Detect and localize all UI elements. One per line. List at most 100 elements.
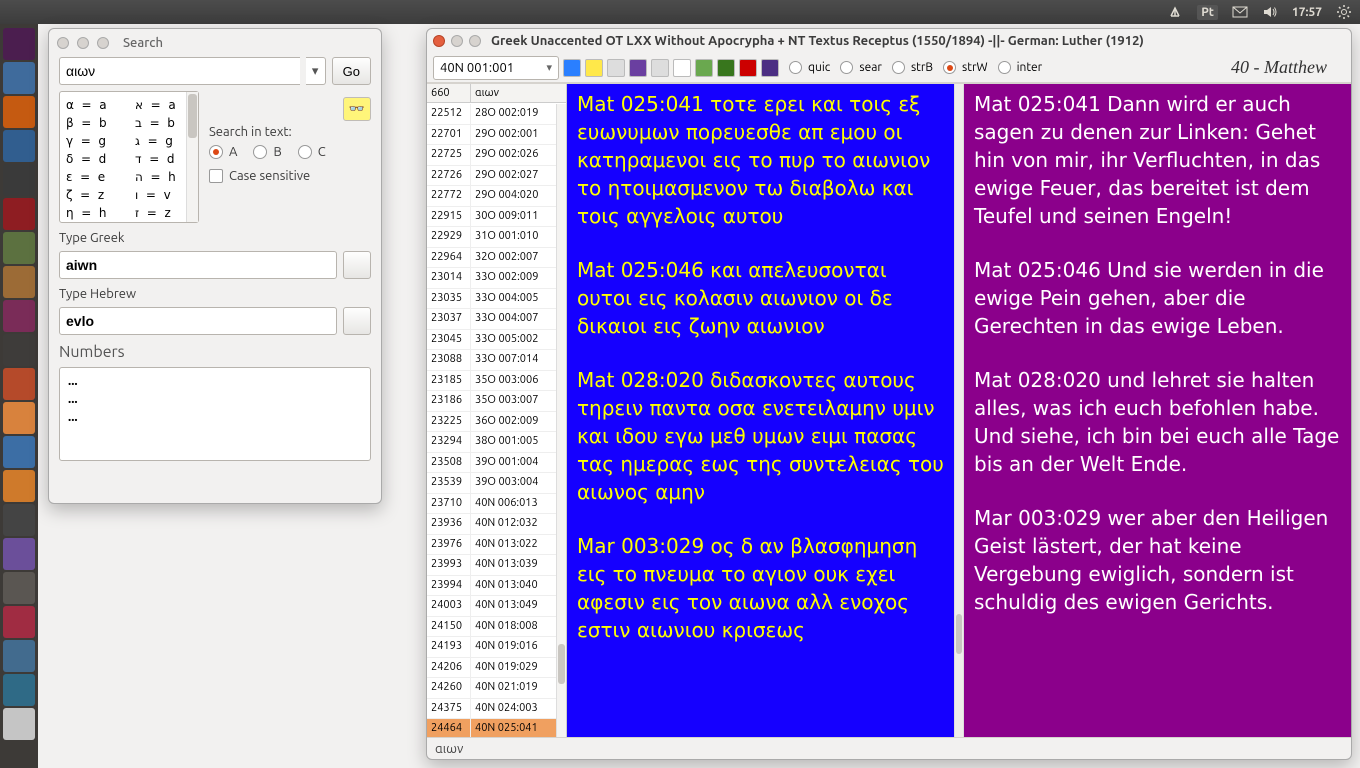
scrollbar[interactable] bbox=[556, 104, 566, 737]
mail-icon[interactable] bbox=[1232, 4, 1248, 20]
scrollbar[interactable] bbox=[954, 84, 964, 737]
table-row[interactable]: 2304533O 005:002 bbox=[427, 330, 556, 351]
table-row[interactable]: 2371040N 006:013 bbox=[427, 494, 556, 515]
table-row[interactable]: 2399440N 013:040 bbox=[427, 576, 556, 597]
tool-icon[interactable] bbox=[563, 59, 581, 77]
table-row[interactable]: 2318635O 003:007 bbox=[427, 391, 556, 412]
tool-icon[interactable] bbox=[739, 59, 757, 77]
verse[interactable]: Mat 028:020 und lehret sie halten alles,… bbox=[974, 366, 1341, 478]
clock[interactable]: 17:57 bbox=[1292, 6, 1322, 19]
table-row[interactable]: 2400340N 013:049 bbox=[427, 596, 556, 617]
launcher-item[interactable] bbox=[3, 402, 35, 434]
close-icon[interactable] bbox=[433, 35, 445, 47]
table-row[interactable]: 2393640N 012:032 bbox=[427, 514, 556, 535]
table-row[interactable]: 2292931O 001:010 bbox=[427, 227, 556, 248]
table-row[interactable]: 2415040N 018:008 bbox=[427, 617, 556, 638]
launcher-item[interactable] bbox=[3, 130, 35, 162]
hebrew-action-button[interactable] bbox=[343, 307, 371, 335]
launcher-item[interactable] bbox=[3, 368, 35, 400]
tool-icon[interactable] bbox=[695, 59, 713, 77]
radio-sear[interactable]: sear bbox=[840, 61, 890, 74]
table-row[interactable]: 2301433O 002:009 bbox=[427, 268, 556, 289]
network-icon[interactable] bbox=[1167, 4, 1183, 20]
search-history-dropdown[interactable]: ▾ bbox=[306, 57, 326, 85]
radio-c[interactable]: C bbox=[298, 145, 326, 159]
table-row[interactable]: 2272529O 002:026 bbox=[427, 145, 556, 166]
tool-icon[interactable] bbox=[585, 59, 603, 77]
launcher-item[interactable] bbox=[3, 572, 35, 604]
table-row[interactable]: 2353939O 003:004 bbox=[427, 473, 556, 494]
verse[interactable]: Mar 003:029 wer aber den Heiligen Geist … bbox=[974, 504, 1341, 616]
list-item[interactable]: ... bbox=[68, 372, 362, 390]
keyboard-indicator[interactable]: Pt bbox=[1197, 5, 1218, 20]
maximize-icon[interactable] bbox=[97, 37, 109, 49]
verse[interactable]: Mat 028:020 διδασκοντες αυτους τηρειν πα… bbox=[577, 366, 944, 506]
gear-icon[interactable] bbox=[1336, 4, 1352, 20]
list-item[interactable]: ... bbox=[68, 390, 362, 408]
table-row[interactable]: 2329438O 001:005 bbox=[427, 432, 556, 453]
close-icon[interactable] bbox=[57, 37, 69, 49]
table-row[interactable]: 2426040N 021:019 bbox=[427, 678, 556, 699]
table-row[interactable]: 2322536O 002:009 bbox=[427, 412, 556, 433]
list-item[interactable]: ... bbox=[68, 408, 362, 426]
launcher-item[interactable] bbox=[3, 640, 35, 672]
tool-icon[interactable] bbox=[673, 59, 691, 77]
titlebar[interactable]: Greek Unaccented OT LXX Without Apocryph… bbox=[427, 29, 1351, 53]
table-row[interactable]: 2419340N 019:016 bbox=[427, 637, 556, 658]
minimize-icon[interactable] bbox=[77, 37, 89, 49]
launcher-item[interactable] bbox=[3, 164, 35, 196]
radio-b[interactable]: B bbox=[253, 145, 281, 159]
tool-icon[interactable] bbox=[607, 59, 625, 77]
maximize-icon[interactable] bbox=[469, 35, 481, 47]
verse[interactable]: Mat 025:041 τοτε ερει και τοις εξ ευωνυμ… bbox=[577, 90, 944, 230]
launcher-item[interactable] bbox=[3, 504, 35, 536]
go-button[interactable]: Go bbox=[332, 57, 371, 85]
titlebar[interactable]: Search bbox=[49, 29, 381, 57]
table-header-count[interactable]: 660 bbox=[427, 84, 471, 102]
radio-strW[interactable]: strW bbox=[943, 61, 996, 74]
greek-action-button[interactable] bbox=[343, 251, 371, 279]
transliteration-box[interactable]: α = a β = b γ = g δ = d ε = e ζ = z η = … bbox=[59, 91, 199, 223]
launcher-item[interactable] bbox=[3, 198, 35, 230]
verse[interactable]: Mat 025:046 Und sie werden in die ewige … bbox=[974, 256, 1341, 340]
table-row[interactable]: 2308833O 007:014 bbox=[427, 350, 556, 371]
radio-inter[interactable]: inter bbox=[998, 61, 1051, 74]
verse[interactable]: Mar 003:029 ος δ αν βλασφημηση εις το πν… bbox=[577, 532, 944, 644]
table-row[interactable]: 2399340N 013:039 bbox=[427, 555, 556, 576]
case-sensitive-checkbox[interactable]: Case sensitive bbox=[209, 169, 371, 183]
launcher-item[interactable] bbox=[3, 436, 35, 468]
table-row[interactable]: 2420640N 019:029 bbox=[427, 658, 556, 679]
launcher-item[interactable] bbox=[3, 538, 35, 570]
launcher-item[interactable] bbox=[3, 266, 35, 298]
radio-quic[interactable]: quic bbox=[789, 61, 838, 74]
german-pane[interactable]: Mat 025:041 Dann wird er auch sagen zu d… bbox=[964, 84, 1351, 737]
table-row[interactable]: 2446440N 025:041 bbox=[427, 719, 556, 737]
radio-strB[interactable]: strB bbox=[892, 61, 941, 74]
launcher-item[interactable] bbox=[3, 62, 35, 94]
highlight-icon[interactable]: 👓 bbox=[343, 97, 371, 121]
table-row[interactable]: 2397640N 013:022 bbox=[427, 535, 556, 556]
tool-icon[interactable] bbox=[717, 59, 735, 77]
launcher-trash[interactable] bbox=[3, 708, 35, 740]
hebrew-input[interactable] bbox=[59, 307, 337, 335]
verse-selector[interactable]: 40N 001:001 bbox=[433, 56, 559, 80]
launcher-item[interactable] bbox=[3, 334, 35, 366]
launcher-item[interactable] bbox=[3, 96, 35, 128]
table-row[interactable]: 2318535O 003:006 bbox=[427, 371, 556, 392]
search-input[interactable] bbox=[59, 57, 300, 85]
verse[interactable]: Mat 025:046 και απελευσονται ουτοι εις κ… bbox=[577, 256, 944, 340]
table-row[interactable]: 2296432O 002:007 bbox=[427, 248, 556, 269]
table-row[interactable]: 2272629O 002:027 bbox=[427, 166, 556, 187]
table-row[interactable]: 2303733O 004:007 bbox=[427, 309, 556, 330]
minimize-icon[interactable] bbox=[451, 35, 463, 47]
launcher-item[interactable] bbox=[3, 300, 35, 332]
table-row[interactable]: 2350839O 001:004 bbox=[427, 453, 556, 474]
launcher-dash[interactable] bbox=[3, 28, 35, 60]
greek-input[interactable] bbox=[59, 251, 337, 279]
launcher-item[interactable] bbox=[3, 232, 35, 264]
launcher-item[interactable] bbox=[3, 674, 35, 706]
launcher-item[interactable] bbox=[3, 606, 35, 638]
numbers-list[interactable]: ... ... ... bbox=[59, 367, 371, 461]
volume-icon[interactable] bbox=[1262, 4, 1278, 20]
table-row[interactable]: 2270129O 002:001 bbox=[427, 125, 556, 146]
